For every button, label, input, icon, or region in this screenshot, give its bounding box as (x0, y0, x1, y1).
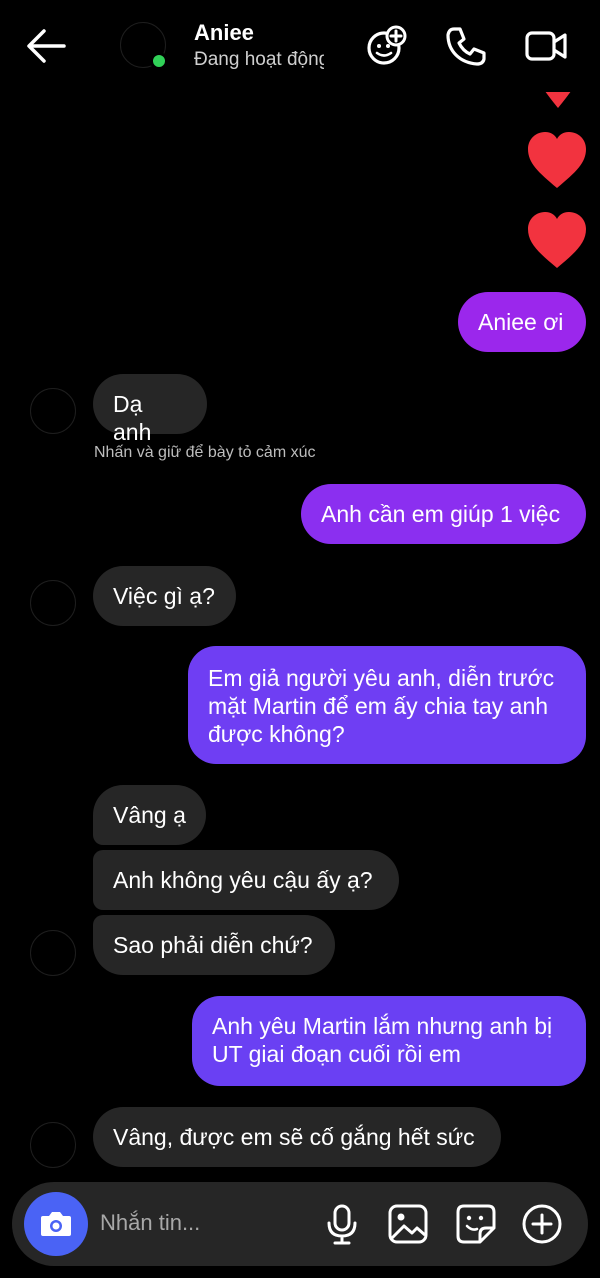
message-text: Vâng ạ (113, 802, 186, 828)
avatar (30, 930, 76, 976)
camera-icon[interactable] (24, 1192, 88, 1256)
message-text: Sao phải diễn chứ? (113, 932, 313, 958)
avatar (30, 580, 76, 626)
message-bubble-outgoing[interactable]: Aniee ơi (458, 292, 586, 352)
message-bubble-incoming[interactable]: Sao phải diễn chứ? (93, 915, 335, 975)
message-text: Vâng, được em sẽ cố gắng hết sức (113, 1124, 475, 1150)
avatar (30, 1122, 76, 1168)
message-text: Dạ anh (113, 391, 152, 445)
message-bubble-incoming[interactable]: Việc gì ạ? (93, 566, 236, 626)
message-input[interactable]: Nhắn tin... (100, 1210, 200, 1236)
chat-header: Aniee Đang hoạt động (0, 0, 600, 92)
message-text-line: được không? (208, 721, 345, 747)
contact-avatar[interactable] (120, 22, 168, 70)
plus-icon[interactable] (520, 1202, 564, 1246)
message-composer: Nhắn tin... (12, 1182, 588, 1266)
sticker-icon[interactable] (454, 1202, 498, 1246)
message-text: Anh không yêu cậu ấy ạ? (113, 867, 373, 893)
phone-icon[interactable] (444, 24, 488, 68)
message-text-line: UT giai đoạn cuối rồi em (212, 1041, 461, 1067)
heart-reaction-icon[interactable] (526, 132, 588, 195)
message-text-line: mặt Martin để em ấy chia tay anh (208, 693, 549, 719)
message-bubble-outgoing[interactable]: Anh yêu Martin lắm nhưng anh bị UT giai … (192, 996, 586, 1086)
back-arrow-icon[interactable] (24, 26, 68, 66)
online-status-dot (150, 52, 168, 70)
sticker-add-icon[interactable] (364, 24, 408, 68)
avatar (30, 388, 76, 434)
message-text: Aniee ơi (478, 309, 564, 335)
gallery-icon[interactable] (386, 1202, 430, 1246)
heart-reaction-icon[interactable] (526, 212, 588, 275)
message-bubble-outgoing[interactable]: Em giả người yêu anh, diễn trước mặt Mar… (188, 646, 586, 764)
contact-name[interactable]: Aniee (194, 20, 254, 46)
reaction-hint: Nhấn và giữ để bày tỏ cảm xúc (94, 444, 316, 461)
contact-status: Đang hoạt động (194, 49, 324, 70)
microphone-icon[interactable] (320, 1202, 364, 1246)
message-bubble-outgoing[interactable]: Anh cần em giúp 1 việc (301, 484, 586, 544)
message-text-line: Anh yêu Martin lắm nhưng anh bị (212, 1013, 553, 1039)
message-bubble-incoming[interactable]: Vâng, được em sẽ cố gắng hết sức (93, 1107, 501, 1167)
message-bubble-incoming[interactable]: Anh không yêu cậu ấy ạ? (93, 850, 399, 910)
message-text-line: Em giả người yêu anh, diễn trước (208, 665, 555, 691)
message-bubble-incoming[interactable]: Dạ anh (93, 374, 207, 445)
video-camera-icon[interactable] (524, 24, 568, 68)
message-text: Việc gì ạ? (113, 583, 215, 609)
message-text: Anh cần em giúp 1 việc (321, 501, 561, 527)
message-bubble-incoming[interactable]: Vâng ạ (93, 785, 206, 845)
